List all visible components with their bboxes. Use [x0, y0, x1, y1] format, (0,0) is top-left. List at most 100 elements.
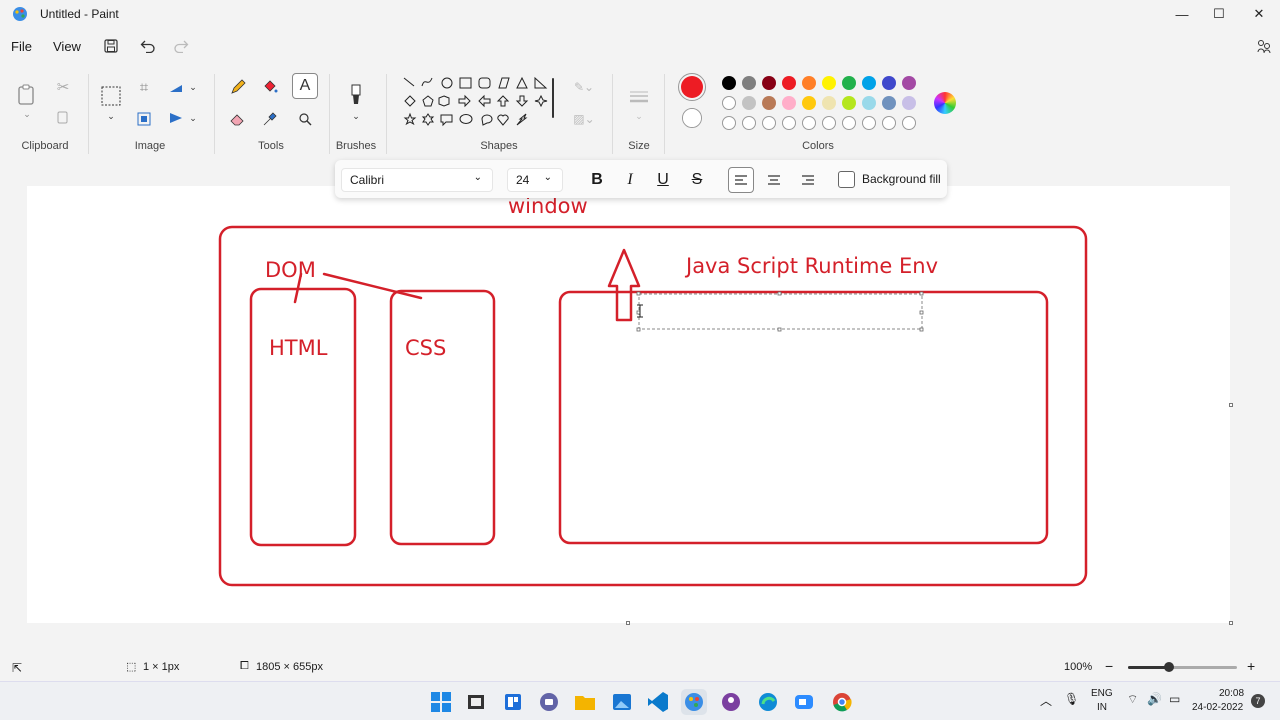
color-swatch[interactable]: [882, 96, 896, 110]
wifi-icon[interactable]: ⌔: [1127, 692, 1138, 707]
color-picker-icon[interactable]: [259, 108, 281, 130]
clock-date[interactable]: 24-02-2022: [1192, 702, 1243, 713]
zoom-level[interactable]: 100%: [1064, 661, 1092, 673]
color-swatch[interactable]: [802, 76, 816, 90]
primary-color-button[interactable]: [678, 73, 706, 101]
color-swatch[interactable]: [782, 76, 796, 90]
zoom-app-icon[interactable]: [791, 689, 817, 715]
bold-button[interactable]: B: [584, 167, 610, 193]
font-size-select[interactable]: 24 ⌄: [507, 168, 563, 192]
vscode-icon[interactable]: [645, 689, 671, 715]
flip-icon[interactable]: [166, 109, 186, 127]
secondary-color-button[interactable]: [682, 108, 702, 128]
start-icon[interactable]: [428, 689, 454, 715]
custom-color-slot[interactable]: [742, 116, 756, 130]
paint-taskbar-icon[interactable]: [681, 689, 707, 715]
custom-color-slot[interactable]: [862, 116, 876, 130]
eraser-icon[interactable]: [227, 108, 249, 130]
undo-icon[interactable]: [137, 35, 159, 57]
minimize-button[interactable]: —: [1163, 0, 1201, 28]
rotate-chevron-icon[interactable]: ⌄: [187, 78, 199, 96]
drawing-canvas[interactable]: window DOM HTML CSS Java Script Runtime …: [27, 186, 1230, 623]
clock-time[interactable]: 20:08: [1219, 688, 1244, 699]
resize-icon[interactable]: [134, 109, 154, 129]
redo-icon[interactable]: [170, 35, 192, 57]
outline-icon[interactable]: ✎⌄: [570, 78, 598, 96]
paste-chevron-icon[interactable]: ⌄: [19, 108, 35, 120]
background-fill-checkbox[interactable]: [838, 171, 855, 188]
color-swatch[interactable]: [802, 96, 816, 110]
strikethrough-button[interactable]: S: [684, 167, 710, 193]
select-chevron-icon[interactable]: ⌄: [103, 110, 119, 122]
battery-icon[interactable]: ▭: [1169, 692, 1180, 706]
edge-icon[interactable]: [755, 689, 781, 715]
zoom-slider[interactable]: [1128, 666, 1237, 669]
brush-chevron-icon[interactable]: ⌄: [349, 110, 363, 122]
italic-button[interactable]: I: [617, 167, 643, 193]
align-right-button[interactable]: [795, 167, 821, 193]
maximize-button[interactable]: ☐: [1200, 0, 1238, 28]
custom-color-slot[interactable]: [762, 116, 776, 130]
share-icon[interactable]: [1254, 36, 1274, 56]
fill-icon[interactable]: [259, 76, 281, 98]
align-left-button[interactable]: [728, 167, 754, 193]
zoom-in-icon[interactable]: +: [1247, 658, 1255, 674]
canvas-resize-handle-bottom[interactable]: [626, 621, 630, 625]
color-swatch[interactable]: [842, 76, 856, 90]
color-swatch[interactable]: [722, 96, 736, 110]
pencil-icon[interactable]: [227, 76, 249, 98]
fill-style-icon[interactable]: ▨⌄: [570, 110, 598, 128]
color-swatch[interactable]: [862, 96, 876, 110]
size-chevron-icon[interactable]: ⌄: [632, 110, 646, 122]
font-family-select[interactable]: Calibri ⌄: [341, 168, 493, 192]
color-swatch[interactable]: [822, 76, 836, 90]
custom-color-slot[interactable]: [902, 116, 916, 130]
color-swatch[interactable]: [902, 96, 916, 110]
align-center-button[interactable]: [761, 167, 787, 193]
paste-icon[interactable]: [14, 82, 40, 108]
save-icon[interactable]: [101, 36, 121, 56]
flip-chevron-icon[interactable]: ⌄: [187, 109, 199, 127]
zoom-out-icon[interactable]: −: [1105, 658, 1113, 674]
custom-color-slot[interactable]: [882, 116, 896, 130]
color-swatch[interactable]: [762, 76, 776, 90]
custom-color-slot[interactable]: [822, 116, 836, 130]
brush-icon[interactable]: [344, 82, 368, 108]
photos-icon[interactable]: [609, 689, 635, 715]
canvas-resize-handle-right[interactable]: [1229, 403, 1233, 407]
chrome-icon[interactable]: [829, 689, 855, 715]
color-swatch[interactable]: [762, 96, 776, 110]
shapes-scrollbar[interactable]: [552, 78, 554, 118]
text-tool-icon[interactable]: A: [292, 73, 318, 99]
color-swatch[interactable]: [882, 76, 896, 90]
file-explorer-icon[interactable]: [572, 689, 598, 715]
size-icon[interactable]: [627, 86, 651, 108]
close-button[interactable]: ✕: [1240, 0, 1278, 28]
custom-color-slot[interactable]: [802, 116, 816, 130]
edit-colors-icon[interactable]: [934, 92, 956, 114]
chat-icon[interactable]: [536, 689, 562, 715]
color-swatch[interactable]: [782, 96, 796, 110]
color-swatch[interactable]: [862, 76, 876, 90]
rotate-icon[interactable]: [166, 78, 186, 96]
color-swatch[interactable]: [742, 96, 756, 110]
color-swatch[interactable]: [822, 96, 836, 110]
crop-icon[interactable]: ⌗: [134, 78, 154, 96]
copy-icon[interactable]: [54, 109, 72, 127]
zoom-slider-thumb[interactable]: [1164, 662, 1174, 672]
task-view-icon[interactable]: [463, 689, 489, 715]
underline-button[interactable]: U: [650, 167, 676, 193]
show-hidden-icons[interactable]: ︿: [1040, 692, 1052, 709]
color-swatch[interactable]: [842, 96, 856, 110]
magnifier-icon[interactable]: [294, 108, 316, 130]
podcast-app-icon[interactable]: [718, 689, 744, 715]
menu-view[interactable]: View: [53, 39, 81, 54]
shapes-gallery[interactable]: [398, 72, 556, 132]
color-palette[interactable]: [722, 76, 922, 132]
canvas-resize-handle-corner[interactable]: [1229, 621, 1233, 625]
cut-icon[interactable]: ✂: [54, 78, 72, 96]
volume-icon[interactable]: 🔊: [1147, 692, 1162, 706]
microphone-icon[interactable]: 🎙: [1064, 692, 1079, 706]
color-swatch[interactable]: [722, 76, 736, 90]
color-swatch[interactable]: [902, 76, 916, 90]
